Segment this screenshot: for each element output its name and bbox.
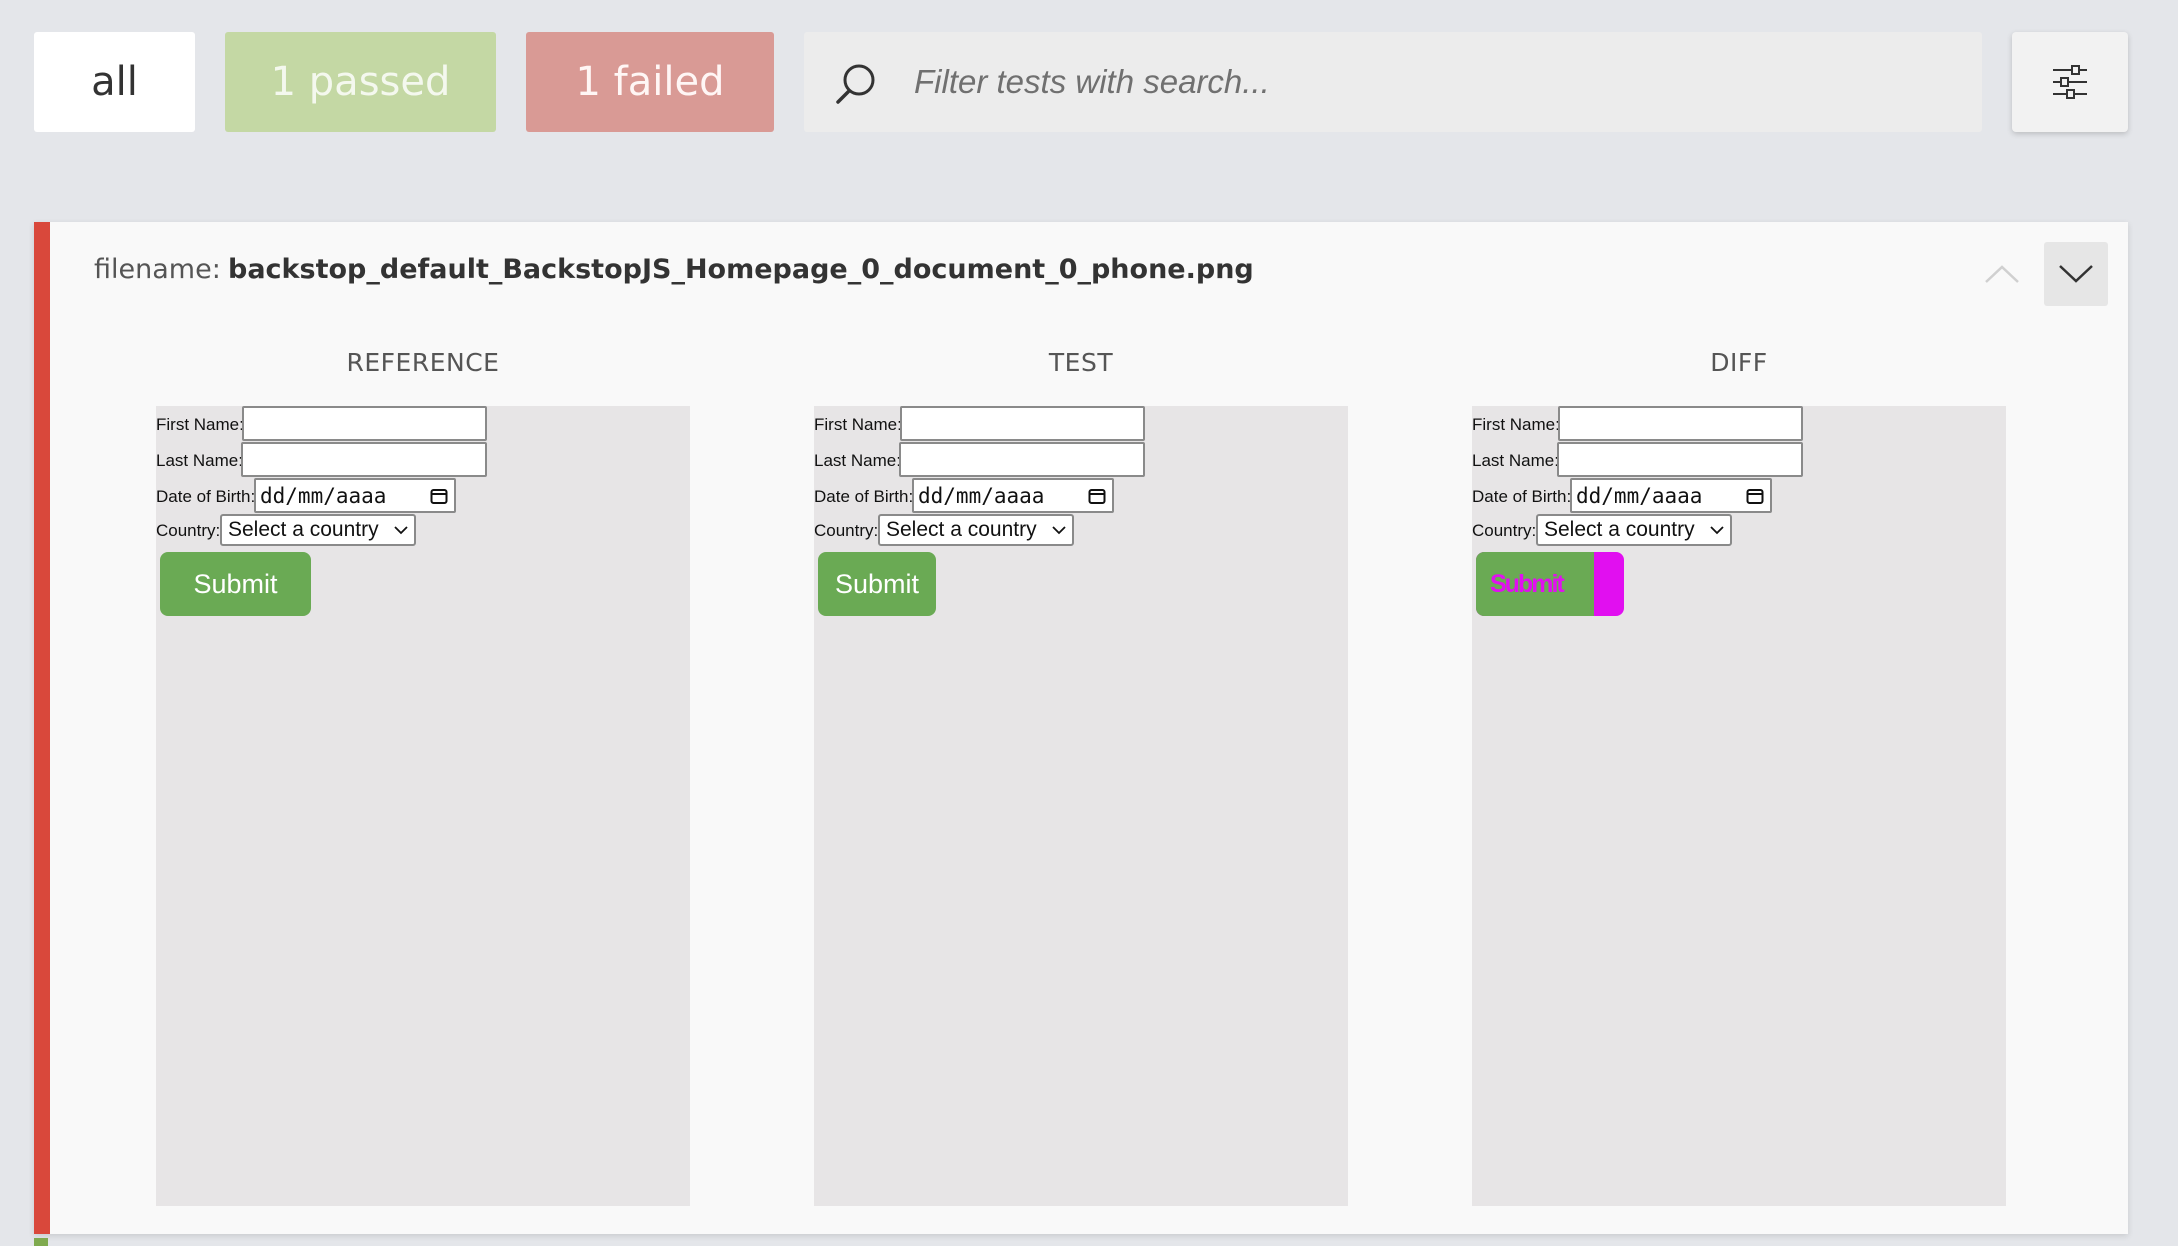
last-name-label: Last Name:	[814, 451, 901, 470]
last-name-field	[899, 442, 1145, 477]
country-select: Select a country	[220, 514, 416, 546]
toolbar: all 1 passed 1 failed	[0, 0, 2178, 140]
last-name-field	[241, 442, 487, 477]
country-label: Country:	[156, 521, 221, 540]
submit-button-render: Submit	[818, 552, 936, 616]
filter-all-button[interactable]: all	[34, 32, 195, 132]
calendar-icon	[430, 489, 448, 504]
country-select-value: Select a country	[886, 518, 1037, 541]
calendar-icon	[1746, 489, 1764, 504]
last-name-field	[1557, 442, 1803, 477]
first-name-field	[900, 406, 1145, 441]
diff-column-title: DIFF	[1710, 348, 1768, 377]
dob-placeholder: dd/mm/aaaa	[1576, 483, 1703, 508]
search-box	[804, 32, 1982, 132]
first-name-label: First Name:	[1472, 415, 1560, 434]
sliders-icon	[2053, 65, 2087, 99]
search-icon	[836, 64, 875, 104]
next-test-button[interactable]	[2044, 242, 2108, 306]
filename-label: filename:	[94, 254, 221, 285]
first-name-label: First Name:	[814, 415, 902, 434]
country-select-value: Select a country	[1544, 518, 1695, 541]
dob-placeholder: dd/mm/aaaa	[918, 483, 1045, 508]
status-stripe	[34, 222, 50, 1234]
test-column-title: TEST	[1048, 348, 1114, 377]
first-name-label: First Name:	[156, 415, 244, 434]
chevron-down-icon	[1710, 526, 1724, 535]
diff-submit-text: Submit	[1490, 570, 1565, 598]
country-select-value: Select a country	[228, 518, 379, 541]
test-screenshot[interactable]: First Name: Last Name: Date of Birth: dd…	[814, 406, 1348, 1206]
calendar-icon	[1088, 489, 1106, 504]
dob-label: Date of Birth:	[156, 487, 256, 506]
last-name-label: Last Name:	[156, 451, 243, 470]
filter-passed-button[interactable]: 1 passed	[225, 32, 496, 132]
reference-screenshot[interactable]: First Name: Last Name: Date of Birth: dd…	[156, 406, 690, 1206]
country-select: Select a country	[1536, 514, 1732, 546]
reference-column-title: REFERENCE	[346, 348, 500, 377]
chevron-down-icon	[2059, 265, 2093, 283]
first-name-field	[242, 406, 487, 441]
country-select: Select a country	[878, 514, 1074, 546]
country-label: Country:	[1472, 521, 1537, 540]
dob-field: dd/mm/aaaa	[254, 478, 456, 513]
dob-field: dd/mm/aaaa	[912, 478, 1114, 513]
last-name-label: Last Name:	[1472, 451, 1559, 470]
search-input[interactable]	[914, 52, 1954, 112]
country-label: Country:	[814, 521, 879, 540]
dob-placeholder: dd/mm/aaaa	[260, 483, 387, 508]
chevron-up-icon	[1985, 265, 2019, 283]
chevron-down-icon	[1052, 526, 1066, 535]
filter-failed-button[interactable]: 1 failed	[526, 32, 774, 132]
submit-button-render: Submit	[160, 552, 311, 616]
chevron-down-icon	[394, 526, 408, 535]
filename-value: backstop_default_BackstopJS_Homepage_0_d…	[228, 254, 1254, 285]
dob-label: Date of Birth:	[1472, 487, 1572, 506]
dob-field: dd/mm/aaaa	[1570, 478, 1772, 513]
previous-test-button[interactable]	[1970, 242, 2034, 306]
settings-button[interactable]	[2012, 32, 2128, 132]
diff-screenshot[interactable]: First Name: Last Name: Date of Birth: dd…	[1472, 406, 2006, 1206]
first-name-field	[1558, 406, 1803, 441]
next-card-stripe	[34, 1238, 48, 1246]
test-result-card: filename: backstop_default_BackstopJS_Ho…	[34, 222, 2128, 1234]
dob-label: Date of Birth:	[814, 487, 914, 506]
